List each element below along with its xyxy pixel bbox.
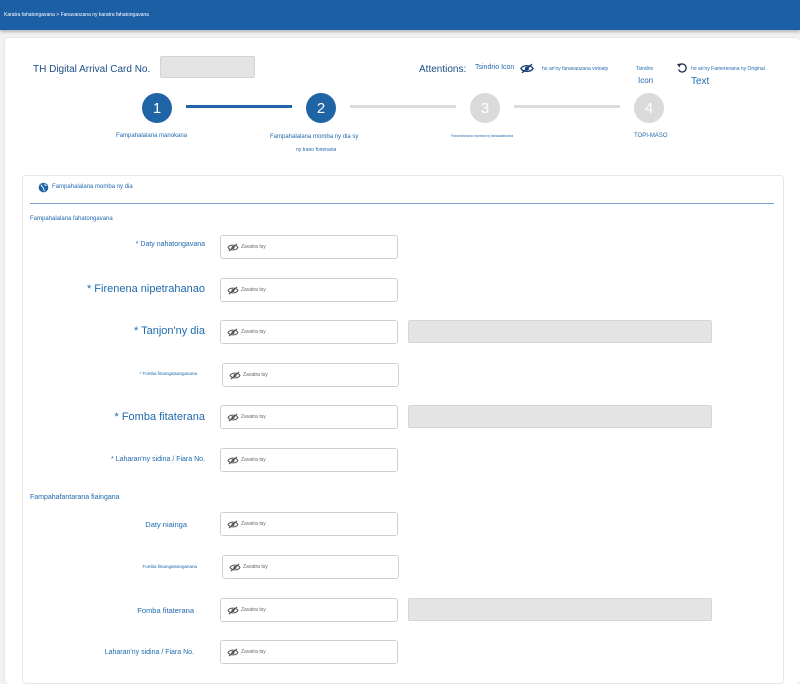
eye-off-icon[interactable] [520, 63, 534, 74]
travel-purpose-label: * Tanjon'ny dia [133, 325, 205, 337]
eye-off-icon[interactable] [227, 243, 239, 252]
eye-off-icon[interactable] [229, 563, 241, 572]
eye-off-icon[interactable] [227, 648, 239, 657]
section-divider [30, 203, 774, 204]
card-number-label: TH Digital Arrival Card No. [33, 64, 151, 75]
departure-group-title: Fampahafantarana fiaingana [30, 494, 120, 501]
text-word: Text [691, 76, 710, 87]
travel-mode-extra-field [408, 405, 712, 428]
field-placeholder: Zavatra tsy [241, 287, 266, 293]
field-placeholder: Zavatra tsy [241, 649, 266, 655]
departure-date-label: Daty niainga [145, 520, 187, 529]
arrival-date-field[interactable]: Zavatra tsy [220, 235, 398, 259]
field-placeholder: Zavatra tsy [241, 607, 266, 613]
step-connector-3 [514, 105, 620, 108]
tsindrio-text: Tsindrio [636, 66, 654, 72]
accommodation-field[interactable]: Zavatra tsy [222, 363, 399, 387]
nationality-label: * Firenena nipetrahanao [86, 283, 205, 295]
step-1-circle[interactable]: 1 [142, 93, 172, 123]
travel-purpose-extra-field [408, 320, 712, 343]
departure-date-field[interactable]: Zavatra tsy [220, 512, 398, 536]
dep-flight-no-field[interactable]: Zavatra tsy [220, 640, 398, 664]
travel-mode-field[interactable]: Zavatra tsy [220, 405, 398, 429]
attentions-label: Attentions: [419, 64, 467, 75]
step-2-label-line2: ny trano fonenana [296, 147, 337, 153]
flight-no-field[interactable]: Zavatra tsy [220, 448, 398, 472]
step-4-label: TOPI-MASO [634, 133, 668, 139]
dep-travel-mode-field[interactable]: Zavatra tsy [220, 598, 398, 622]
eye-off-icon[interactable] [227, 328, 239, 337]
arrival-date-label: * Daty nahatongavana [135, 241, 205, 248]
dep-accommodation-field[interactable]: Zavatra tsy [222, 555, 399, 579]
field-placeholder: Zavatra tsy [241, 329, 266, 335]
section-title: Fampahalalana momba ny dia [52, 184, 133, 190]
dep-travel-mode-extra-field [408, 598, 712, 621]
step-1-label: Fampahalalana manokana [116, 133, 188, 139]
step-3-label: Fanambarana momba ny fahasalamana [451, 134, 514, 138]
top-bar: Karatra fahatongavana > Fanavaozana ny k… [0, 0, 800, 30]
restore-hint-text: ho an'ny Famerenana ny Original [691, 66, 765, 72]
arrival-group-title: Fampahalalana fahatongavana [30, 216, 113, 222]
travel-purpose-field[interactable]: Zavatra tsy [220, 320, 398, 344]
globe-icon [38, 182, 49, 193]
nationality-field[interactable]: Zavatra tsy [220, 278, 398, 302]
card-number-field [160, 56, 255, 78]
field-placeholder: Zavatra tsy [241, 457, 266, 463]
accommodation-label: * Fomba fitsangatsanganana [139, 371, 197, 376]
field-placeholder: Zavatra tsy [243, 372, 268, 378]
step-2-circle[interactable]: 2 [306, 93, 336, 123]
field-placeholder: Zavatra tsy [241, 244, 266, 250]
hide-hint-text: ho an'ny fanavaozana votoaty [542, 66, 609, 72]
eye-off-icon[interactable] [227, 456, 239, 465]
dep-travel-mode-label: Fomba fitaterana [137, 606, 194, 615]
dep-flight-no-label: Laharan'ny sidina / Fiara No. [104, 649, 194, 656]
icon-word: Icon [638, 76, 654, 85]
icon-hint-text: Tsindrio Icon [475, 64, 515, 71]
travel-mode-label: * Fomba fitaterana [114, 411, 206, 423]
field-placeholder: Zavatra tsy [241, 414, 266, 420]
dep-accommodation-label: Fomba fitsangatsanganana [142, 564, 197, 569]
eye-off-icon[interactable] [227, 286, 239, 295]
step-connector-1 [186, 105, 292, 108]
step-4-circle[interactable]: 4 [634, 93, 664, 123]
undo-icon[interactable] [676, 62, 688, 74]
eye-off-icon[interactable] [227, 606, 239, 615]
breadcrumb[interactable]: Karatra fahatongavana > Fanavaozana ny k… [4, 12, 149, 18]
step-2-label: Fampahalalana momba ny dia sy [270, 134, 359, 140]
step-3-circle[interactable]: 3 [470, 93, 500, 123]
step-connector-2 [350, 105, 456, 108]
eye-off-icon[interactable] [227, 413, 239, 422]
flight-no-label: * Laharan'ny sidina / Fiara No. [111, 456, 205, 463]
eye-off-icon[interactable] [229, 371, 241, 380]
field-placeholder: Zavatra tsy [241, 521, 266, 527]
field-placeholder: Zavatra tsy [243, 564, 268, 570]
eye-off-icon[interactable] [227, 520, 239, 529]
